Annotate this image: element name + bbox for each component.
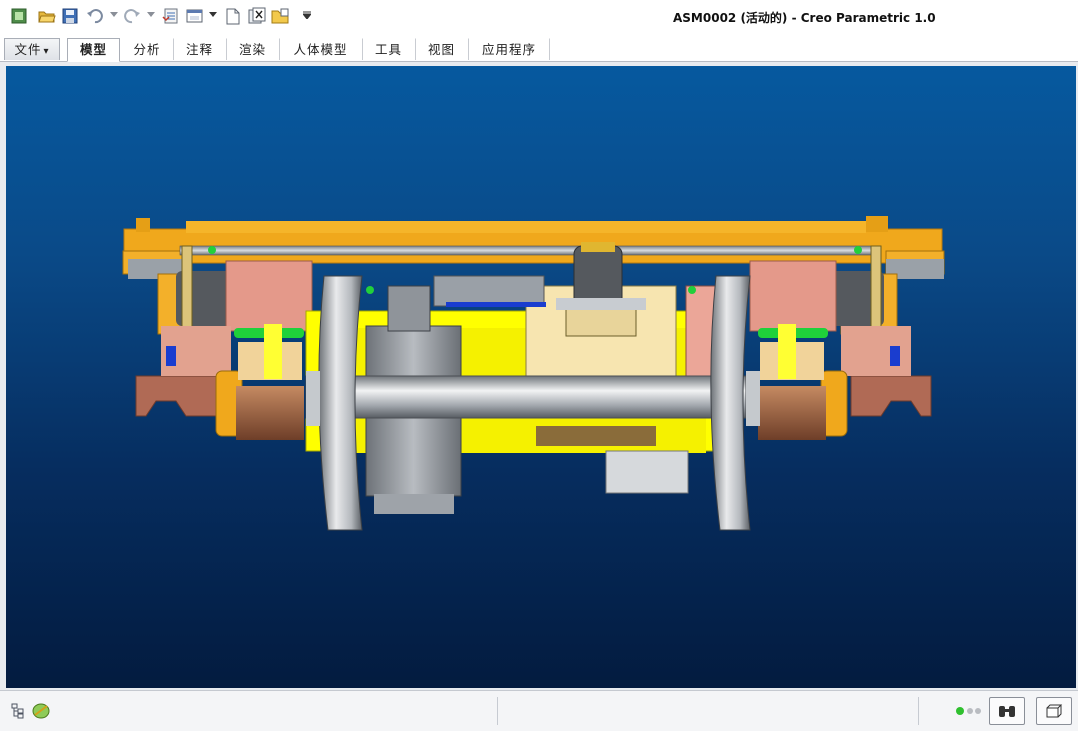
undo-dropdown-icon[interactable] — [110, 11, 118, 19]
status-bar — [0, 690, 1078, 731]
tab-model[interactable]: 模型 — [67, 38, 120, 62]
new-icon[interactable] — [224, 7, 242, 25]
tab-file-arrow: ▾ — [43, 46, 50, 57]
redo-dropdown-icon[interactable] — [147, 11, 155, 19]
bogie-assembly-model[interactable] — [6, 66, 1076, 688]
open-icon[interactable] — [38, 7, 56, 25]
status-separator — [918, 697, 919, 725]
ribbon-tab-bar: 文件 ▾ 模型 分析 注释 渲染 人体模型 工具 视图 应用程序 — [0, 36, 1078, 62]
tab-manikin-label: 人体模型 — [293, 43, 348, 57]
regenerate-icon[interactable] — [162, 7, 180, 25]
tab-view[interactable]: 视图 — [415, 38, 468, 60]
view-manager-icon[interactable] — [1036, 697, 1072, 725]
tab-annotate-label: 注释 — [185, 43, 213, 57]
tab-tools[interactable]: 工具 — [362, 38, 415, 60]
tab-tools-label: 工具 — [374, 43, 402, 57]
tab-analysis[interactable]: 分析 — [121, 38, 173, 60]
tab-analysis-label: 分析 — [133, 43, 161, 57]
tab-view-label: 视图 — [427, 43, 455, 57]
tab-model-label: 模型 — [79, 43, 107, 57]
save-icon[interactable] — [61, 7, 79, 25]
status-light-icon — [955, 701, 983, 721]
tab-render[interactable]: 渲染 — [226, 38, 279, 60]
close-window-icon[interactable] — [248, 7, 266, 25]
open-folder-icon[interactable] — [271, 7, 289, 25]
quick-access-toolbar: ASM0002 (活动的) - Creo Parametric 1.0 — [0, 0, 1078, 34]
tab-applications-label: 应用程序 — [481, 43, 536, 57]
layer-icon[interactable] — [31, 701, 51, 721]
window-title: ASM0002 (活动的) - Creo Parametric 1.0 — [673, 11, 936, 25]
app-menu-icon[interactable] — [10, 7, 28, 25]
redo-icon[interactable] — [123, 7, 141, 25]
tab-applications[interactable]: 应用程序 — [468, 38, 550, 60]
tab-file-label: 文件 — [14, 43, 42, 57]
tab-render-label: 渲染 — [238, 43, 266, 57]
tab-manikin[interactable]: 人体模型 — [279, 38, 362, 60]
tab-file[interactable]: 文件 ▾ — [4, 38, 60, 60]
tab-annotate[interactable]: 注释 — [173, 38, 226, 60]
customize-icon[interactable] — [303, 11, 311, 19]
windows-dropdown-icon[interactable] — [209, 11, 217, 19]
windows-icon[interactable] — [186, 7, 204, 25]
find-icon[interactable] — [989, 697, 1025, 725]
model-tree-icon[interactable] — [8, 701, 28, 721]
status-separator — [497, 697, 498, 725]
graphics-window[interactable] — [6, 66, 1076, 688]
undo-icon[interactable] — [86, 7, 104, 25]
